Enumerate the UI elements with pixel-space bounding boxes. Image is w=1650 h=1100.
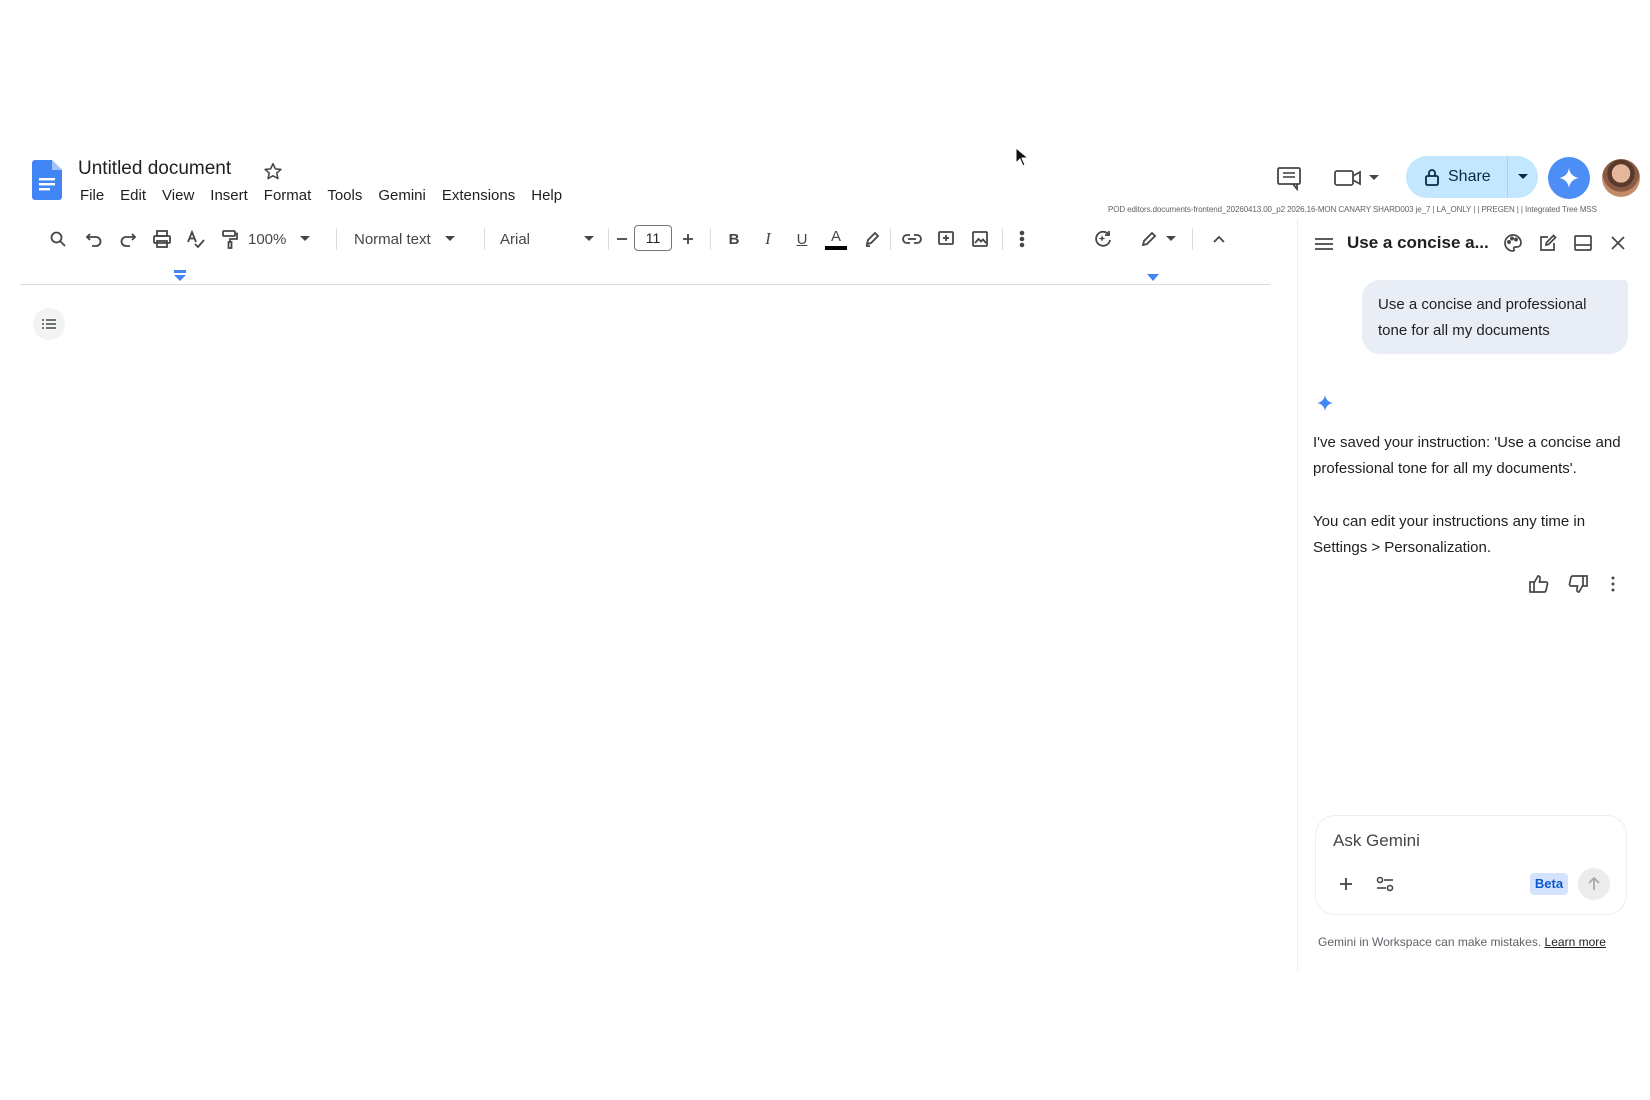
new-chat-icon[interactable] — [1537, 232, 1559, 254]
chevron-down-icon — [300, 236, 311, 241]
style-value: Normal text — [354, 230, 431, 248]
ruler — [20, 284, 1270, 285]
menu-view[interactable]: View — [154, 185, 202, 206]
build-info-text: POD editors.documents-frontend_20260413.… — [1108, 205, 1597, 214]
image-icon[interactable] — [968, 225, 992, 253]
collapse-icon[interactable] — [1207, 225, 1231, 253]
menu-edit[interactable]: Edit — [112, 185, 154, 206]
avatar[interactable] — [1602, 159, 1640, 197]
right-indent-marker[interactable] — [1147, 274, 1159, 282]
edit-mode-select[interactable] — [1136, 225, 1180, 253]
panel-title: Use a concise a... — [1347, 233, 1489, 252]
search-icon[interactable] — [46, 225, 70, 253]
share-label: Share — [1448, 168, 1491, 185]
font-size-input[interactable]: 11 — [634, 225, 672, 251]
menu-extensions[interactable]: Extensions — [434, 185, 523, 206]
font-select[interactable]: Arial — [500, 225, 600, 253]
font-value: Arial — [500, 230, 531, 248]
close-icon[interactable] — [1607, 232, 1629, 254]
comment-add-icon[interactable] — [934, 225, 958, 253]
rewrite-icon[interactable] — [1091, 225, 1115, 253]
send-button[interactable] — [1578, 868, 1610, 900]
menu-gemini[interactable]: Gemini — [370, 185, 434, 206]
more-icon[interactable] — [1605, 573, 1621, 595]
star-icon[interactable] — [262, 161, 284, 183]
menu-tools[interactable]: Tools — [319, 185, 370, 206]
chevron-down-icon — [1166, 236, 1176, 241]
chevron-down-icon — [1518, 174, 1528, 179]
docs-logo-icon[interactable] — [32, 160, 62, 200]
link-icon[interactable] — [900, 225, 924, 253]
decrease-font-size-button[interactable] — [610, 225, 634, 253]
menu-format[interactable]: Format — [256, 185, 320, 206]
thumb-up-icon[interactable] — [1528, 573, 1550, 595]
beta-badge: Beta — [1530, 873, 1568, 895]
outline-icon[interactable] — [33, 308, 65, 340]
disclaimer: Gemini in Workspace can make mistakes. L… — [1318, 935, 1606, 949]
mouse-cursor-icon — [1015, 147, 1029, 167]
gemini-reply-paragraph: I've saved your instruction: 'Use a conc… — [1313, 434, 1621, 477]
gemini-reply-paragraph: You can edit your instructions any time … — [1313, 513, 1586, 556]
text-color-button[interactable]: A — [822, 225, 850, 253]
style-select[interactable]: Normal text — [354, 225, 474, 253]
share-main[interactable]: Share — [1406, 156, 1508, 198]
increase-font-size-button[interactable] — [676, 225, 700, 253]
undo-icon[interactable] — [82, 225, 106, 253]
dock-icon[interactable] — [1572, 232, 1594, 254]
menu-file[interactable]: File — [72, 185, 112, 206]
redo-icon[interactable] — [116, 225, 140, 253]
text-color-glyph: A — [830, 228, 841, 245]
underline-button[interactable]: U — [790, 225, 814, 253]
send-icon — [1588, 876, 1600, 890]
menu-help[interactable]: Help — [523, 185, 570, 206]
paint-format-icon[interactable] — [218, 225, 242, 253]
chevron-down-icon — [584, 236, 594, 241]
user-message-bubble: Use a concise and professional tone for … — [1362, 280, 1628, 354]
thumb-down-icon[interactable] — [1567, 573, 1589, 595]
zoom-select[interactable]: 100% — [248, 225, 326, 253]
italic-button[interactable]: I — [756, 225, 780, 253]
text-color-swatch — [825, 246, 847, 250]
meet-icon[interactable] — [1333, 165, 1383, 191]
zoom-value: 100% — [248, 230, 287, 248]
tools-icon[interactable] — [1374, 874, 1396, 894]
left-indent-marker[interactable] — [173, 270, 187, 282]
document-title[interactable]: Untitled document — [78, 158, 231, 180]
plus-icon[interactable] — [1336, 874, 1356, 894]
chevron-down-icon — [1369, 175, 1379, 180]
share-button[interactable]: Share — [1406, 156, 1538, 198]
gemini-spark-icon — [1558, 167, 1580, 189]
ask-gemini-input-box[interactable] — [1315, 815, 1627, 915]
edit-mode-icon — [1141, 231, 1157, 247]
learn-more-link[interactable]: Learn more — [1545, 935, 1606, 949]
menu-bar: File Edit View Insert Format Tools Gemin… — [72, 185, 570, 206]
toolbar: 100% Normal text Arial 11 B I U A — [42, 225, 1242, 253]
spellcheck-icon[interactable] — [184, 225, 208, 253]
comments-icon[interactable] — [1275, 165, 1303, 191]
disclaimer-text: Gemini in Workspace can make mistakes. — [1318, 935, 1542, 949]
more-icon[interactable] — [1010, 225, 1034, 253]
menu-insert[interactable]: Insert — [202, 185, 256, 206]
chevron-down-icon — [444, 236, 455, 241]
hamburger-icon[interactable] — [1313, 234, 1335, 254]
palette-icon[interactable] — [1502, 232, 1524, 254]
share-dropdown[interactable] — [1508, 156, 1538, 198]
lock-icon — [1425, 169, 1439, 186]
gemini-spark-icon — [1316, 394, 1334, 412]
gemini-button[interactable] — [1548, 157, 1590, 199]
ask-gemini-input[interactable]: Ask Gemini — [1333, 831, 1420, 851]
highlight-icon[interactable] — [860, 225, 884, 253]
bold-button[interactable]: B — [722, 225, 746, 253]
print-icon[interactable] — [150, 225, 174, 253]
